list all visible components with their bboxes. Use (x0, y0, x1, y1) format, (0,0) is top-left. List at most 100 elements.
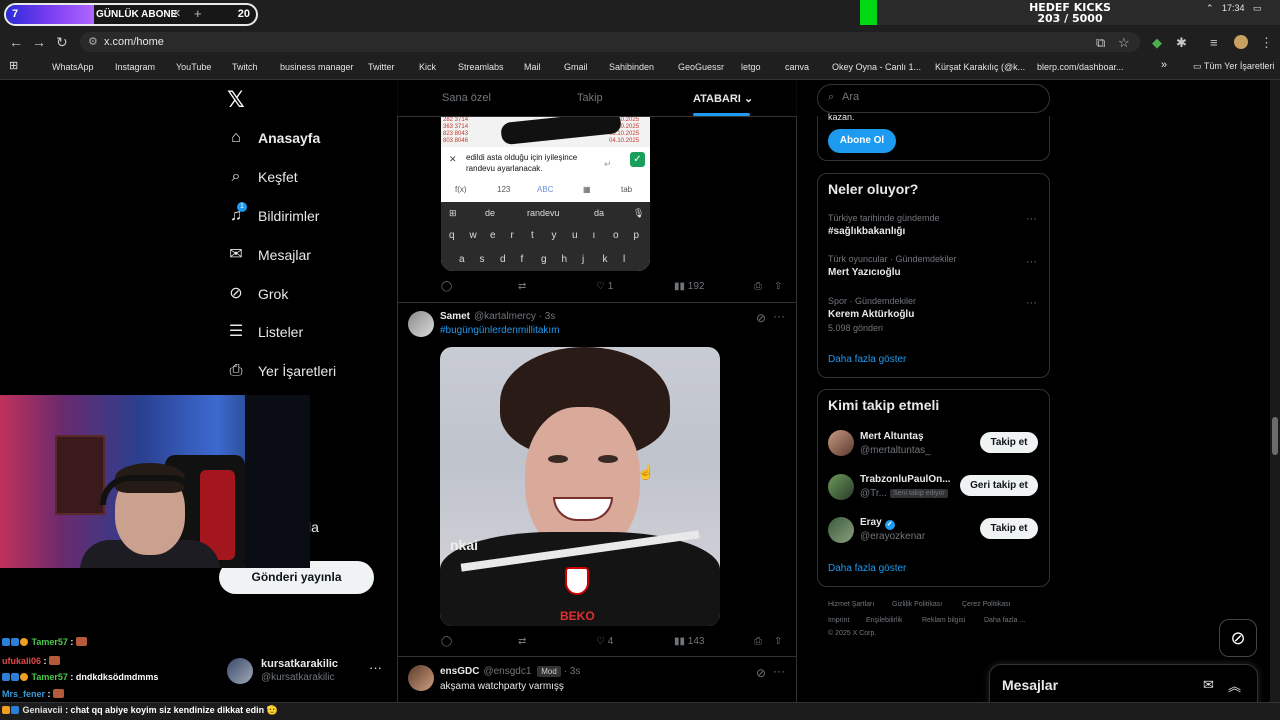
site-info-icon[interactable]: ⚙ (88, 35, 98, 48)
share-icon[interactable]: ⇧ (774, 281, 782, 292)
install-icon[interactable]: ⧉ (1096, 35, 1105, 51)
nav-home[interactable]: ⌂ Anasayfa (227, 123, 320, 153)
author-name[interactable]: ensGDC (440, 666, 479, 677)
subscribe-button[interactable]: Abone Ol (828, 129, 896, 153)
trend-item[interactable]: Kerem Aktürkoğlu (828, 309, 914, 320)
footer-link[interactable]: Imprint (828, 617, 849, 624)
repost-icon[interactable]: ⇄ (518, 281, 526, 292)
bookmark-icon[interactable]: ⎙ (754, 636, 762, 647)
bookmark-15[interactable]: Kürşat Karakılıç (@k... (921, 61, 1025, 72)
more-icon[interactable]: ··· (369, 660, 382, 675)
post-media-keyboard-screenshot[interactable]: 282 3714 363 3714 823 8043 803 8046 03.1… (441, 117, 650, 271)
footer-link[interactable]: Gizlilik Politikası (892, 601, 942, 608)
views-button[interactable]: ▮▮ 143 (674, 636, 704, 647)
views-button[interactable]: ▮▮ 192 (674, 281, 704, 292)
avatar[interactable] (828, 430, 854, 456)
footer-link[interactable]: Reklam bilgisi (922, 617, 965, 624)
reply-icon[interactable]: ◯ (441, 636, 452, 647)
follow-button[interactable]: Takip et (980, 432, 1038, 453)
reload-icon[interactable]: ↻ (56, 34, 68, 51)
bookmark-8[interactable]: Mail (510, 61, 541, 72)
bookmark-0[interactable]: WhatsApp (38, 61, 94, 72)
bookmark-16[interactable]: blerp.com/dashboar... (1023, 61, 1124, 72)
scrollbar-thumb[interactable] (1272, 417, 1278, 455)
tray-chevron-icon[interactable]: ⌃ (1206, 3, 1214, 14)
shield-extension-icon[interactable]: ◆ (1152, 35, 1162, 51)
all-bookmarks[interactable]: ▭ Tüm Yer İşaretleri (1193, 61, 1274, 72)
bookmark-4[interactable]: business manager (266, 61, 354, 72)
show-more-trends[interactable]: Daha fazla göster (828, 354, 906, 365)
author-handle[interactable]: @ensgdc1 (483, 666, 531, 677)
nav-bookmarks[interactable]: ⎙ Yer İşaretleri (227, 356, 336, 386)
bookmark-5[interactable]: Twitter (354, 61, 395, 72)
more-icon[interactable]: ··· (773, 664, 785, 678)
author-name[interactable]: Samet (440, 311, 470, 322)
address-bar[interactable]: ⚙ x.com/home (80, 32, 1140, 52)
bookmark-7[interactable]: Streamlabs (444, 61, 504, 72)
search-box[interactable]: ⌕ (817, 84, 1050, 113)
bookmark-icon[interactable]: ⎙ (754, 281, 762, 292)
bookmark-13[interactable]: canva (771, 61, 809, 72)
post-time[interactable]: · 3s (564, 666, 581, 677)
tab-following[interactable]: Takip (577, 92, 603, 104)
bookmark-14[interactable]: Okey Oyna - Canlı 1... (818, 61, 921, 72)
footer-link[interactable]: Hizmet Şartları (828, 601, 874, 608)
grok-explain-icon[interactable]: ⊘ (756, 311, 766, 325)
footer-link[interactable]: Daha fazla ... (984, 617, 1025, 624)
suggested-user-name[interactable]: Mert Altuntaş (860, 431, 924, 442)
bookmark-12[interactable]: letgo (727, 61, 761, 72)
suggested-user-name[interactable]: TrabzonluPaulOn... (860, 474, 951, 485)
more-icon[interactable]: ··· (773, 309, 785, 323)
share-icon[interactable]: ⇧ (774, 636, 782, 647)
bookmark-1[interactable]: Instagram (101, 61, 155, 72)
extensions-icon[interactable]: ✱ (1176, 35, 1187, 51)
trend-item[interactable]: #sağlıkbakanlığı (828, 226, 905, 237)
tab-close-icon[interactable]: ✕ (172, 7, 181, 20)
grok-explain-icon[interactable]: ⊘ (756, 666, 766, 680)
more-icon[interactable]: ··· (1026, 213, 1037, 225)
like-button[interactable]: ♡ 4 (596, 636, 613, 647)
more-bookmarks-icon[interactable]: » (1161, 59, 1167, 71)
like-button[interactable]: ♡ 1 (596, 281, 613, 292)
forward-icon[interactable]: → (32, 34, 46, 50)
messages-dock[interactable]: Mesajlar ✉ ︽ (989, 664, 1258, 707)
nav-explore[interactable]: ⌕ Keşfet (227, 162, 298, 192)
more-icon[interactable]: ··· (1026, 256, 1037, 268)
bookmark-9[interactable]: Gmail (550, 61, 588, 72)
bookmark-11[interactable]: GeoGuessr (664, 61, 724, 72)
avatar[interactable] (408, 311, 434, 337)
tab-search-icon[interactable]: ≡ (1210, 35, 1218, 50)
new-tab-icon[interactable]: + (194, 6, 202, 21)
bookmark-6[interactable]: Kick (405, 61, 436, 72)
bookmark-10[interactable]: Sahibinden (595, 61, 654, 72)
trend-item[interactable]: Mert Yazıcıoğlu (828, 267, 901, 278)
reply-icon[interactable]: ◯ (441, 281, 452, 292)
grok-floating-button[interactable]: ⊘ (1219, 619, 1257, 657)
post-image-selfie[interactable]: nkai BEKO (440, 347, 720, 626)
bookmark-2[interactable]: YouTube (162, 61, 211, 72)
search-input[interactable] (842, 91, 1042, 103)
footer-link[interactable]: Erişilebilirlik (866, 617, 903, 624)
repost-icon[interactable]: ⇄ (518, 636, 526, 647)
back-icon[interactable]: ← (9, 34, 23, 50)
notification-center-icon[interactable]: ▭ (1253, 3, 1262, 14)
apps-icon[interactable]: ⊞ (9, 59, 18, 72)
nav-grok[interactable]: ⊘ Grok (227, 279, 288, 309)
expand-icon[interactable]: ︽ (1228, 676, 1241, 695)
post-time[interactable]: · 3s (539, 311, 556, 322)
follow-back-button[interactable]: Geri takip et (960, 475, 1038, 496)
bookmark-3[interactable]: Twitch (218, 61, 258, 72)
footer-link[interactable]: Çerez Politikası (962, 601, 1011, 608)
show-more-suggestions[interactable]: Daha fazla göster (828, 563, 906, 574)
chrome-menu-icon[interactable]: ⋮ (1260, 35, 1273, 51)
hashtag-link[interactable]: #bugüngünlerdenmillitakım (440, 325, 560, 336)
more-icon[interactable]: ··· (1026, 297, 1037, 309)
nav-messages[interactable]: ✉ Mesajlar (227, 240, 311, 270)
compose-message-icon[interactable]: ✉ (1203, 677, 1214, 693)
avatar[interactable] (408, 665, 434, 691)
scrollbar[interactable] (1270, 80, 1280, 702)
x-logo-icon[interactable]: 𝕏 (227, 88, 245, 113)
bookmark-star-icon[interactable]: ☆ (1118, 35, 1130, 51)
profile-avatar-icon[interactable] (1234, 35, 1248, 49)
avatar[interactable] (828, 474, 854, 500)
